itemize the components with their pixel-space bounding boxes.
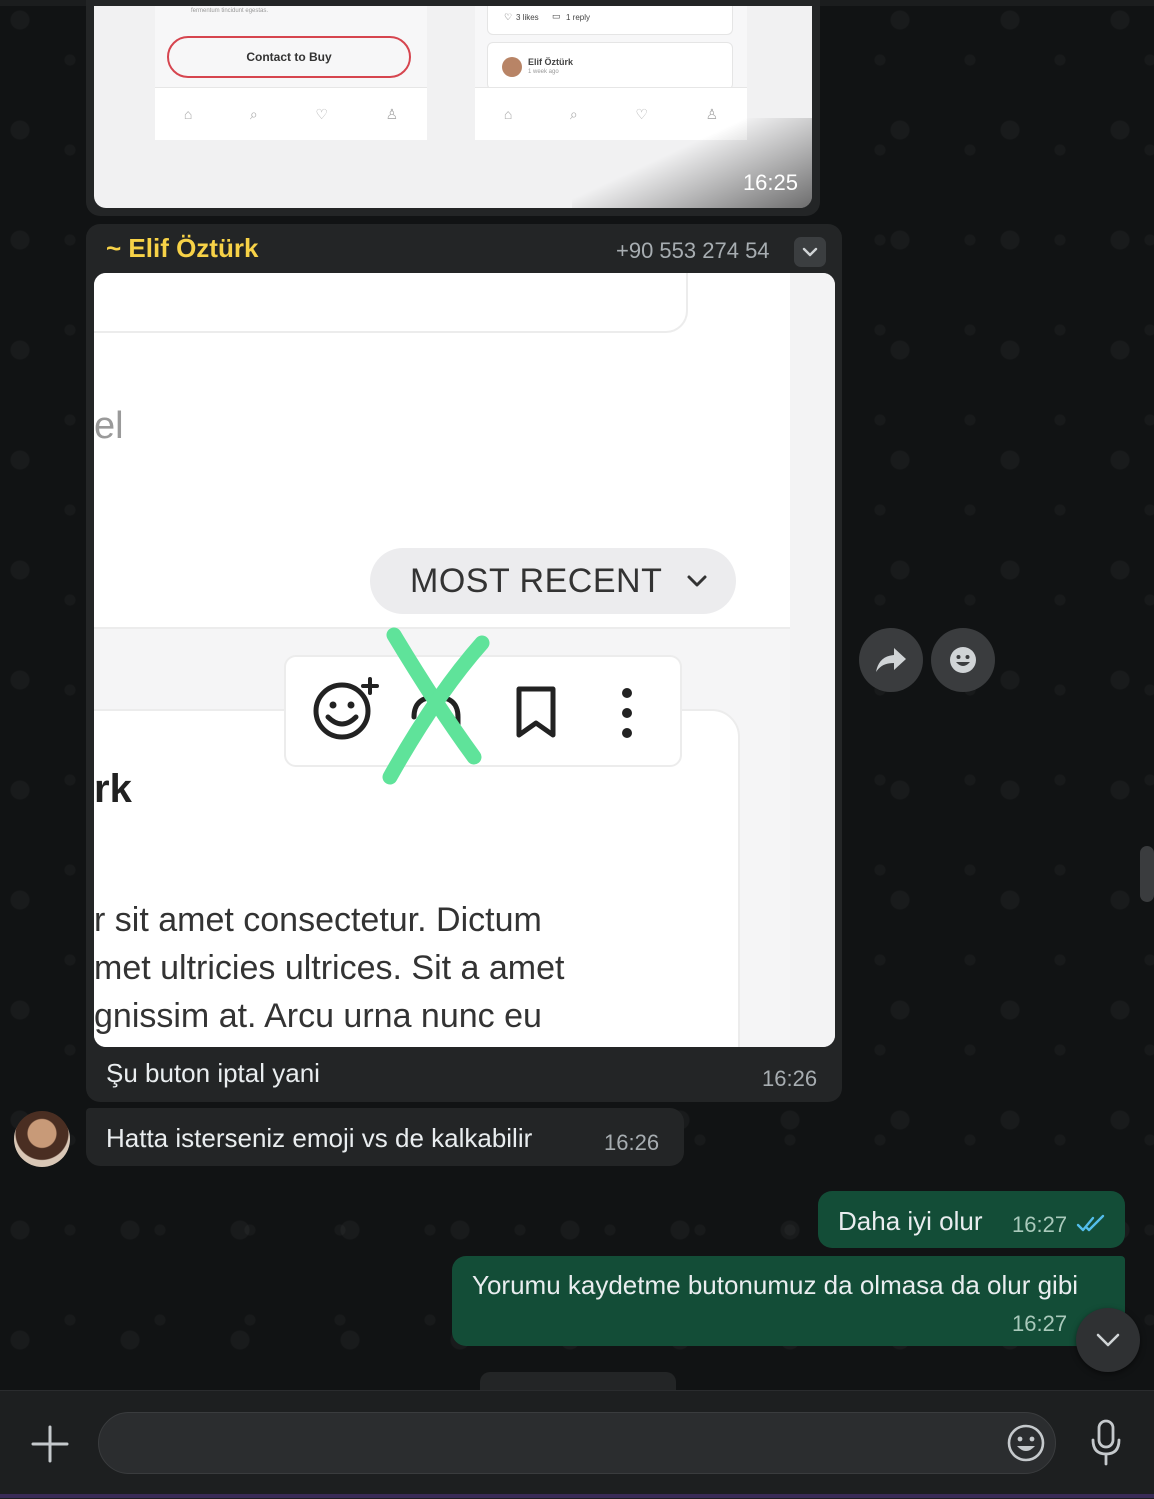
scroll-to-bottom-button[interactable] <box>1076 1308 1140 1372</box>
message-time: 16:26 <box>762 1066 818 1091</box>
chat-wallpaper: fermentum tincidunt egestas. Contact to … <box>0 0 1154 1390</box>
sender-phone: +90 553 274 54 <box>616 238 770 263</box>
author-fragment: rk <box>94 767 132 811</box>
message-text: Hatta isterseniz emoji vs de kalkabilir <box>106 1123 533 1153</box>
window-bottom-edge <box>0 1494 1154 1498</box>
heart-icon: ♡ <box>315 105 328 122</box>
partial-message <box>480 1372 676 1390</box>
chevron-down-icon <box>687 575 707 587</box>
plus-icon[interactable] <box>30 1424 70 1464</box>
emoji-reaction-icon <box>950 647 976 673</box>
message-time: 16:26 <box>604 1130 660 1155</box>
commenter-card: Elif Öztürk 1 week ago <box>487 42 733 90</box>
image-caption: Şu buton iptal yani <box>106 1058 320 1088</box>
image-message-1[interactable]: fermentum tincidunt egestas. Contact to … <box>86 0 820 216</box>
comment-line-3: gnissim at. Arcu urna nunc eu <box>94 997 542 1035</box>
screenshot-right-edge <box>790 273 835 1047</box>
home-icon: ⌂ <box>503 106 513 122</box>
comment-line-2: met ultricies ultrices. Sit a amet <box>94 949 565 987</box>
partial-label: el <box>94 405 124 447</box>
phone-screen-left: fermentum tincidunt egestas. Contact to … <box>155 6 427 140</box>
message-input[interactable] <box>98 1412 1056 1474</box>
more-icon <box>622 688 632 738</box>
scrollbar-thumb[interactable] <box>1140 846 1154 902</box>
heart-icon: ♡ <box>504 12 513 22</box>
sort-label: MOST RECENT <box>410 561 663 600</box>
chevron-down-icon <box>802 247 818 257</box>
home-icon: ⌂ <box>183 106 193 122</box>
commenter-name: Elif Öztürk <box>528 57 574 67</box>
emoji-icon[interactable] <box>1006 1423 1046 1463</box>
commenter-time: 1 week ago <box>528 69 559 75</box>
message-menu-button[interactable] <box>794 237 826 267</box>
mic-icon[interactable] <box>1086 1418 1126 1468</box>
message-time: 16:27 <box>1012 1311 1068 1336</box>
sender-name[interactable]: ~ Elif Öztürk <box>106 233 258 264</box>
image-preview-2[interactable]: el MOST RECENT rk r sit amet consectetur… <box>94 273 835 1047</box>
image-preview-1[interactable]: fermentum tincidunt egestas. Contact to … <box>94 6 812 208</box>
message-time: 16:27 <box>1012 1212 1068 1237</box>
profile-icon: ♙ <box>385 105 399 122</box>
contact-to-buy-button: Contact to Buy <box>167 36 411 78</box>
message-time: 16:25 <box>742 170 798 195</box>
reply-count: 1 reply <box>566 13 591 22</box>
likes-count: 3 likes <box>516 13 539 22</box>
x-mark <box>382 627 490 785</box>
commenter-avatar <box>502 57 522 77</box>
chevron-down-icon <box>1096 1333 1120 1347</box>
most-recent-dropdown: MOST RECENT <box>370 548 736 614</box>
message-text: Yorumu kaydetme butonumuz da olmasa da o… <box>472 1270 1079 1300</box>
message-text: Daha iyi olur <box>838 1206 983 1236</box>
emoji-add-icon <box>313 677 379 740</box>
comment-icon: ▭ <box>552 11 561 21</box>
react-button[interactable] <box>931 628 995 692</box>
share-icon <box>876 648 906 672</box>
bookmark-icon <box>516 686 556 738</box>
avatar[interactable] <box>14 1111 70 1167</box>
screenshot-inner-card <box>94 273 688 333</box>
comment-line-1: r sit amet consectetur. Dictum <box>94 901 542 939</box>
comment-stats-card: ♡ 3 likes ▭ 1 reply <box>487 6 733 35</box>
double-check-icon <box>1076 1214 1105 1232</box>
faded-text: fermentum tincidunt egestas. <box>191 8 269 14</box>
search-icon: ⌕ <box>249 105 258 122</box>
phone-navbar-left: ⌂ ⌕ ♡ ♙ <box>155 87 427 140</box>
forward-button[interactable] <box>859 628 923 692</box>
